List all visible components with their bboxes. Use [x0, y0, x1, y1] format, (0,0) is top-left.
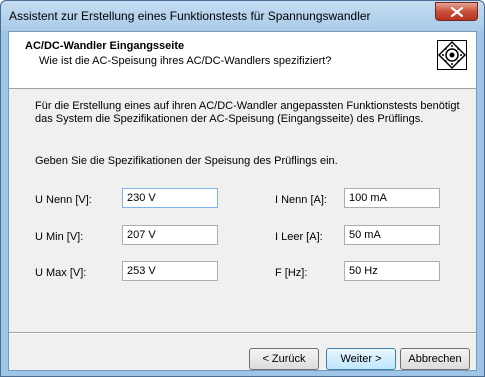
u-min-input[interactable]: 207 V — [122, 225, 218, 245]
u-nenn-label: U Nenn [V]: — [35, 194, 92, 206]
wizard-client-area: AC/DC-Wandler Eingangsseite Wie ist die … — [8, 31, 477, 371]
next-button[interactable]: Weiter > — [326, 348, 396, 370]
page-subtitle: Wie ist die AC-Speisung ihres AC/DC-Wand… — [39, 55, 332, 67]
close-icon — [451, 7, 463, 17]
i-leer-label: I Leer [A]: — [275, 231, 323, 243]
u-nenn-input[interactable]: 230 V — [122, 188, 218, 208]
footer-divider — [9, 332, 476, 334]
cancel-button[interactable]: Abbrechen — [400, 348, 470, 370]
close-button[interactable] — [435, 2, 478, 21]
u-min-label: U Min [V]: — [35, 231, 84, 243]
frequency-input[interactable]: 50 Hz — [344, 261, 440, 281]
page-title: AC/DC-Wandler Eingangsseite — [25, 40, 185, 52]
i-leer-input[interactable]: 50 mA — [344, 225, 440, 245]
intro-text: Für die Erstellung eines auf ihren AC/DC… — [35, 100, 465, 126]
u-max-label: U Max [V]: — [35, 267, 87, 279]
title-bar[interactable]: Assistent zur Erstellung eines Funktions… — [1, 1, 484, 31]
u-max-input[interactable]: 253 V — [122, 261, 218, 281]
wizard-header: AC/DC-Wandler Eingangsseite Wie ist die … — [9, 32, 476, 89]
wizard-window: Assistent zur Erstellung eines Funktions… — [0, 0, 485, 377]
wizard-gear-icon — [437, 40, 467, 70]
window-title: Assistent zur Erstellung eines Funktions… — [9, 9, 371, 23]
i-nenn-label: I Nenn [A]: — [275, 194, 327, 206]
i-nenn-input[interactable]: 100 mA — [344, 188, 440, 208]
frequency-label: F [Hz]: — [275, 267, 308, 279]
instruction-text: Geben Sie die Spezifikationen der Speisu… — [35, 155, 338, 167]
back-button[interactable]: < Zurück — [249, 348, 319, 370]
intro-line-2: das System die Spezifikationen der AC-Sp… — [35, 113, 424, 125]
intro-line-1: Für die Erstellung eines auf ihren AC/DC… — [35, 100, 460, 112]
